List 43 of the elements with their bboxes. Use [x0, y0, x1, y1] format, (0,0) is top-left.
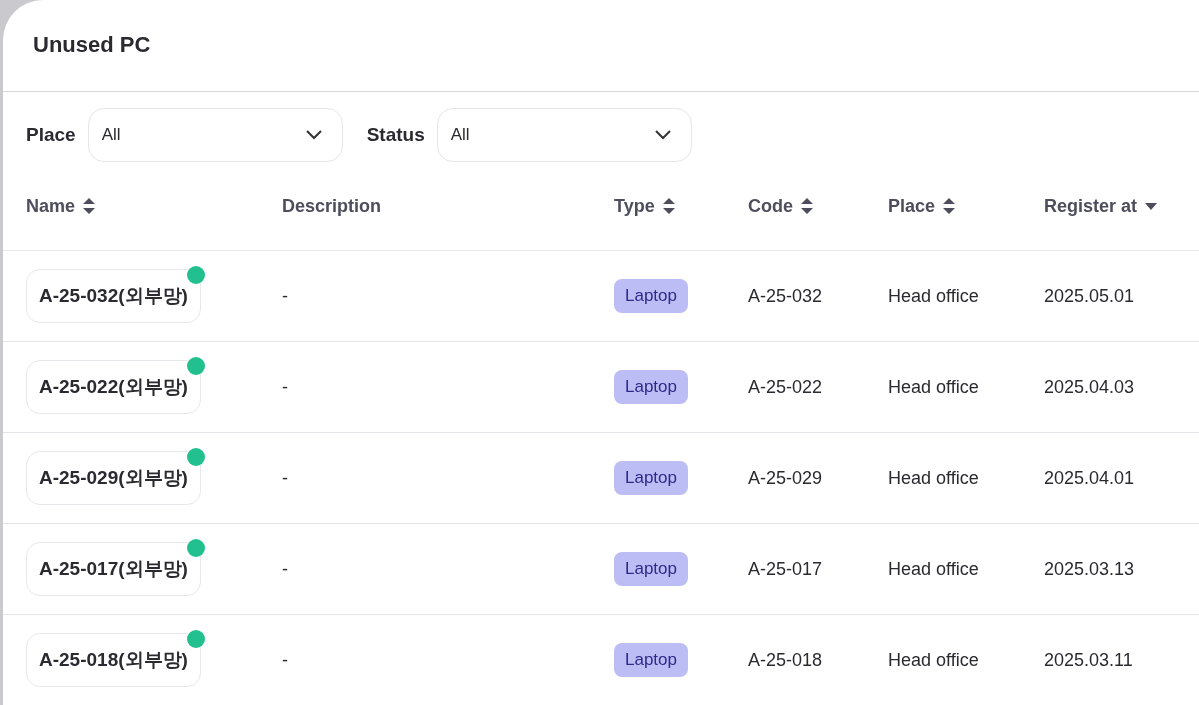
date-text: 2025.03.11: [1044, 649, 1133, 670]
date-text: 2025.04.03: [1044, 376, 1135, 397]
column-header: Description: [282, 194, 382, 218]
code-text: A-25-032: [748, 285, 823, 306]
filter-label: Status: [366, 122, 425, 147]
code-text: A-25-018: [748, 649, 823, 670]
column-header[interactable]: Place: [888, 192, 936, 220]
place-text: Head office: [888, 467, 979, 488]
code-text: A-25-029: [748, 467, 823, 488]
sort-icon[interactable]: [943, 198, 956, 214]
column-header[interactable]: Type: [614, 192, 655, 220]
sort-icon[interactable]: [801, 198, 813, 214]
description-text: -: [282, 467, 288, 488]
place-text: Head office: [888, 649, 979, 670]
date-text: 2025.04.01: [1044, 467, 1135, 488]
code-text: A-25-022: [748, 376, 823, 397]
chevron-down-icon: [654, 130, 671, 140]
select-field[interactable]: All: [87, 108, 343, 162]
place-text: Head office: [888, 376, 979, 397]
description-text: -: [282, 285, 288, 306]
column-header[interactable]: Code: [748, 192, 793, 220]
date-text: 2025.05.01: [1044, 285, 1135, 306]
column-header[interactable]: Name: [26, 192, 76, 220]
type-tag: Laptop: [614, 461, 688, 495]
select-field[interactable]: All: [436, 108, 692, 162]
modal-title: Unused PC: [33, 32, 151, 59]
sort-descending-icon[interactable]: [1145, 202, 1158, 210]
sort-icon[interactable]: [662, 198, 675, 214]
type-tag: Laptop: [614, 279, 688, 313]
sort-icon[interactable]: [83, 198, 96, 214]
filter-label: Place: [26, 122, 76, 147]
type-tag: Laptop: [614, 370, 688, 404]
type-tag: Laptop: [614, 552, 688, 586]
code-text: A-25-017: [748, 558, 823, 579]
date-text: 2025.03.13: [1044, 558, 1135, 579]
description-text: -: [282, 649, 288, 670]
place-text: Head office: [888, 558, 979, 579]
description-text: -: [282, 558, 288, 579]
type-tag: Laptop: [614, 643, 688, 677]
place-text: Head office: [888, 285, 979, 306]
column-header[interactable]: Register at: [1044, 192, 1138, 220]
description-text: -: [282, 376, 288, 397]
chevron-down-icon: [305, 130, 322, 140]
